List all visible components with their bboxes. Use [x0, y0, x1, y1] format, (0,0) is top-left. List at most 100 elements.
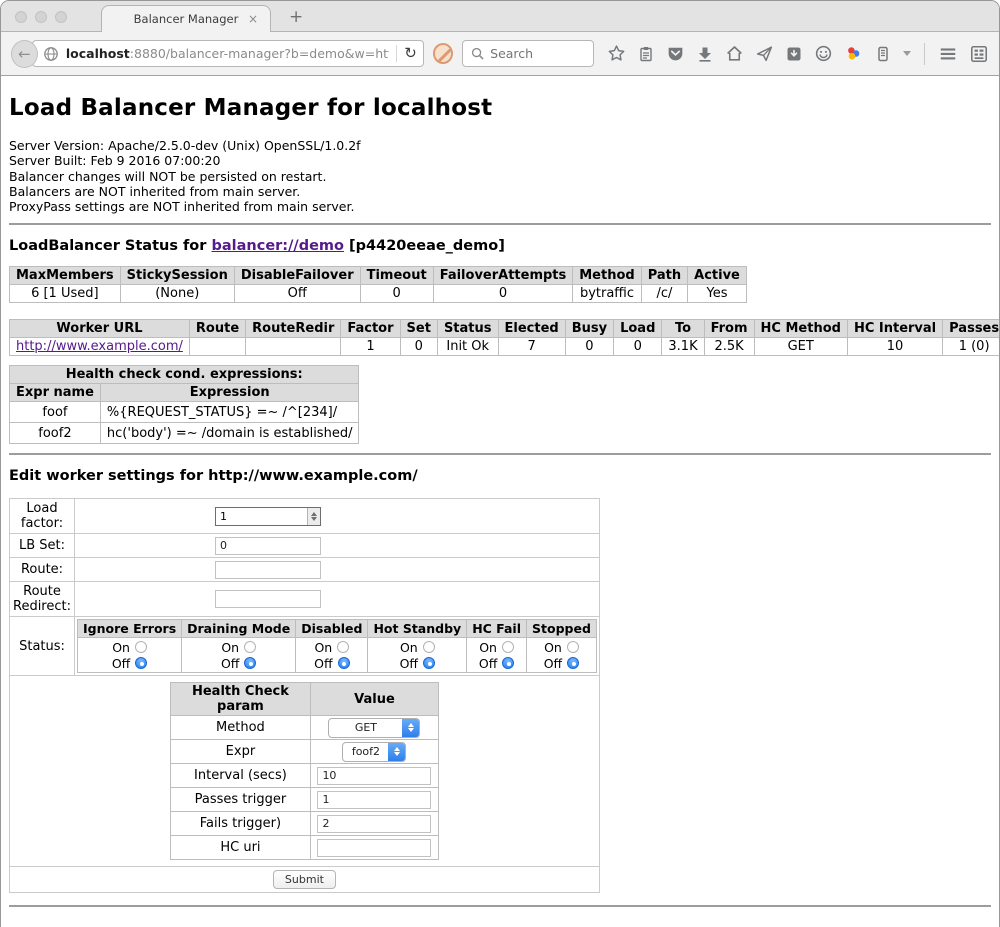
new-tab-button[interactable]: + [289, 7, 303, 27]
apps-grid-icon[interactable] [969, 44, 989, 64]
toolbar-separator [924, 43, 925, 65]
col-failoverattempts: FailoverAttempts [433, 267, 573, 285]
hc-expr-label: Expr [170, 740, 310, 764]
screenshot-icon[interactable] [785, 45, 803, 63]
cell-path: /c/ [641, 285, 687, 303]
route-input[interactable] [215, 561, 321, 579]
radio-on[interactable] [244, 641, 256, 653]
search-icon [471, 47, 484, 60]
table-row: http://www.example.com/ 1 0 Init Ok 7 0 … [10, 338, 1000, 356]
zoom-window-button[interactable] [55, 11, 67, 23]
chevron-down-icon[interactable] [903, 51, 911, 60]
radio-on[interactable] [567, 641, 579, 653]
cell-from: 2.5K [704, 338, 754, 356]
search-bar[interactable] [462, 40, 594, 67]
hc-fails-input[interactable] [317, 815, 431, 833]
server-version: Server Version: Apache/2.5.0-dev (Unix) … [9, 138, 999, 153]
reading-list-icon[interactable] [637, 45, 655, 63]
page-title: Load Balancer Manager for localhost [9, 95, 999, 121]
back-button[interactable]: ← [11, 40, 38, 68]
worker-url-link[interactable]: http://www.example.com/ [16, 339, 183, 354]
pocket-icon[interactable] [666, 44, 685, 63]
cell-load: 0 [614, 338, 662, 356]
form-row-route-redirect: Route Redirect: [10, 582, 600, 617]
cell-routeredir [246, 338, 341, 356]
hc-passes-input[interactable] [317, 791, 431, 809]
col-status: Status [437, 320, 498, 338]
health-check-expressions-table: Health check cond. expressions: Expr nam… [9, 365, 359, 444]
heading-prefix: LoadBalancer Status for [9, 238, 211, 254]
close-window-button[interactable] [15, 11, 27, 23]
radio-on-label: On [221, 640, 239, 655]
cell-stickysession: (None) [120, 285, 234, 303]
form-row-health-check: Health Check param Value Method GET [10, 676, 600, 867]
route-redirect-input[interactable] [215, 590, 321, 608]
colorways-icon[interactable] [844, 44, 863, 63]
navigation-toolbar: ← localhost:8880/balancer-manager?b=demo… [1, 32, 999, 76]
url-bar[interactable]: localhost:8880/balancer-manager?b=demo&w… [32, 40, 424, 67]
radio-off-label: Off [400, 656, 418, 671]
browser-window: Balancer Manager × + ← localhost:8880/ba… [0, 0, 1000, 927]
container-icon[interactable] [874, 45, 892, 63]
radio-off[interactable] [135, 657, 147, 669]
col-draining-mode: Draining Mode [182, 620, 296, 638]
col-routeredir: RouteRedir [246, 320, 341, 338]
minimize-window-button[interactable] [35, 11, 47, 23]
globe-icon [43, 46, 59, 62]
radio-off[interactable] [567, 657, 579, 669]
hc-uri-input[interactable] [317, 839, 431, 857]
search-input[interactable] [490, 46, 580, 61]
radio-on[interactable] [337, 641, 349, 653]
submit-button[interactable]: Submit [273, 870, 336, 889]
send-icon[interactable] [755, 44, 774, 63]
hc-method-select[interactable]: GET [328, 718, 420, 738]
balancer-link[interactable]: balancer://demo [211, 238, 344, 254]
cell-hc-method: GET [754, 338, 847, 356]
hc-method-selected-value: GET [329, 721, 402, 734]
cell-timeout: 0 [360, 285, 433, 303]
hc-row-fails: Fails trigger) [170, 812, 438, 836]
urlbar-divider [396, 45, 397, 62]
radio-on[interactable] [135, 641, 147, 653]
home-icon[interactable] [725, 44, 744, 63]
notice-persist: Balancer changes will NOT be persisted o… [9, 169, 999, 184]
radio-off[interactable] [244, 657, 256, 669]
cell-set: 0 [400, 338, 437, 356]
bookmark-star-icon[interactable] [607, 44, 626, 63]
cell-busy: 0 [565, 338, 613, 356]
radio-off[interactable] [423, 657, 435, 669]
content-blocked-icon[interactable] [433, 43, 453, 64]
col-expression: Expression [100, 384, 359, 402]
page-content: Load Balancer Manager for localhost Serv… [1, 76, 999, 927]
status-cell-stopped: On Off [527, 638, 597, 673]
radio-off[interactable] [502, 657, 514, 669]
menu-icon[interactable] [938, 44, 958, 64]
radio-on[interactable] [423, 641, 435, 653]
load-factor-field[interactable] [215, 507, 321, 526]
status-table: Ignore Errors Draining Mode Disabled Hot… [77, 619, 597, 673]
load-factor-input[interactable] [216, 508, 307, 525]
route-redirect-label: Route Redirect: [10, 582, 75, 617]
col-expr-name: Expr name [10, 384, 101, 402]
lb-set-input[interactable] [215, 537, 321, 555]
toolbar-icons [607, 43, 989, 65]
col-timeout: Timeout [360, 267, 433, 285]
reload-icon[interactable]: ↻ [404, 46, 417, 61]
notice-proxypass: ProxyPass settings are NOT inherited fro… [9, 199, 999, 214]
hc-expr-select[interactable]: foof2 [342, 742, 406, 762]
forum-icon[interactable] [814, 44, 833, 63]
tab-balancer-manager[interactable]: Balancer Manager × [101, 5, 271, 32]
download-icon[interactable] [696, 45, 714, 63]
url-text[interactable]: localhost:8880/balancer-manager?b=demo&w… [66, 46, 389, 61]
hc-interval-input[interactable] [317, 767, 431, 785]
number-spinner[interactable] [307, 508, 320, 525]
col-ignore-errors: Ignore Errors [78, 620, 182, 638]
radio-off[interactable] [338, 657, 350, 669]
hc-row-passes: Passes trigger [170, 788, 438, 812]
col-load: Load [614, 320, 662, 338]
tab-close-icon[interactable]: × [248, 12, 258, 26]
status-cell-ignore-errors: On Off [78, 638, 182, 673]
load-factor-label: Load factor: [10, 499, 75, 534]
form-row-route: Route: [10, 558, 600, 582]
radio-on[interactable] [502, 641, 514, 653]
